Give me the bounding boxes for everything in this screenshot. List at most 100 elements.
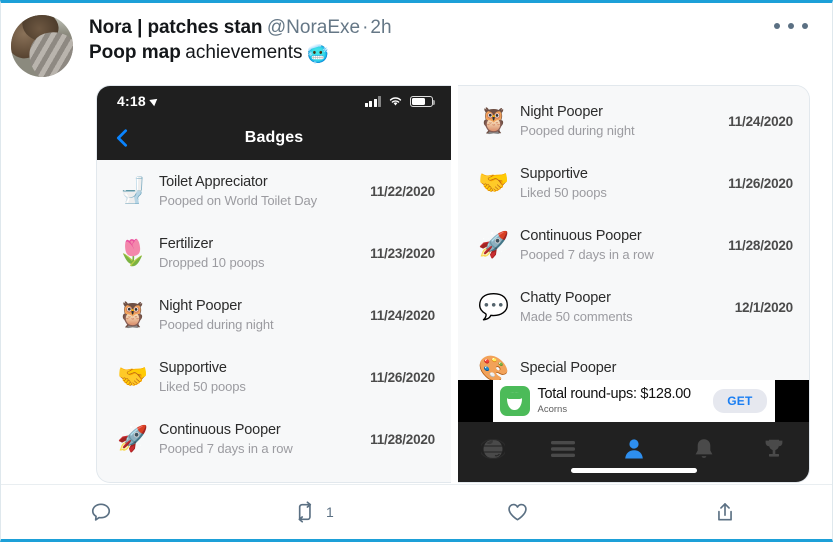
tweet-card: Nora | patches stan @NoraExe · 2h Poop map… (0, 0, 833, 542)
meta-separator: · (362, 17, 369, 38)
tab-achievements[interactable] (739, 436, 809, 462)
badge-title: Continuous Pooper (520, 228, 642, 244)
badge-row[interactable]: 🦉 Night Pooper Pooped during night 11/24… (458, 90, 809, 152)
screenshot-right[interactable]: 🦉 Night Pooper Pooped during night 11/24… (458, 85, 810, 483)
tweet-body-plain: achievements (185, 42, 303, 64)
tab-profile[interactable] (598, 436, 668, 462)
like-button[interactable] (418, 501, 626, 523)
badge-row[interactable]: 🤝 Supportive Liked 50 poops 11/26/2020 (97, 346, 451, 408)
tab-feed[interactable] (528, 436, 598, 462)
ad-brand: Acorns (537, 403, 568, 415)
reply-icon (91, 503, 110, 521)
acorn-glyph (507, 392, 522, 410)
author-handle[interactable]: @NoraExe (267, 17, 360, 38)
heart-icon (507, 503, 527, 521)
ad-strip: Total round-ups: $128.00 Acorns GET (458, 380, 809, 422)
badge-text: Supportive Liked 50 poops (516, 166, 728, 200)
badge-date: 12/1/2020 (734, 299, 793, 315)
badge-date: 11/28/2020 (728, 237, 793, 253)
badge-date: 11/22/2020 (370, 183, 435, 199)
rocket-emoji: 🚀 (478, 230, 510, 259)
tab-globe[interactable] (458, 436, 528, 462)
badge-title: Continuous Pooper (159, 422, 281, 438)
owl-emoji: 🦉 (117, 300, 149, 329)
badge-row[interactable]: 💬 Chatty Pooper Made 50 comments 12/1/20… (458, 276, 809, 338)
badge-text: Night Pooper Pooped during night (155, 298, 370, 332)
palette-emoji: 🎨 (478, 354, 510, 383)
badge-subtitle: Pooped during night (159, 317, 274, 332)
tweet-text-block: Nora | patches stan @NoraExe · 2h Poop map… (89, 9, 392, 67)
rocket-emoji: 🚀 (117, 424, 149, 453)
status-bar-left: 4:18 (117, 93, 160, 109)
globe-icon (481, 438, 506, 460)
badge-title: Supportive (159, 360, 227, 376)
author-name[interactable]: Nora | patches stan (89, 17, 263, 38)
toilet-emoji: 🚽 (117, 176, 149, 205)
more-dot (774, 23, 780, 29)
cold-face-emoji: 🥶 (306, 44, 329, 65)
screenshot-left[interactable]: 4:18 Badges 🚽 Toilet Appreciator Pooped … (96, 85, 451, 483)
badge-subtitle: Dropped 10 poops (159, 255, 265, 270)
badge-row[interactable]: 🚽 Toilet Appreciator Pooped on World Toi… (97, 160, 451, 222)
handshake-emoji: 🤝 (478, 168, 510, 197)
badge-text: Toilet Appreciator Pooped on World Toile… (155, 174, 370, 208)
person-icon (624, 439, 643, 459)
badge-title: Supportive (520, 166, 588, 182)
more-dot (802, 23, 808, 29)
badge-text: Continuous Pooper Pooped 7 days in a row (155, 422, 370, 456)
retweet-count: 1 (325, 504, 334, 520)
badge-row[interactable]: 🚀 Continuous Pooper Pooped 7 days in a r… (97, 408, 451, 470)
share-button[interactable] (626, 501, 832, 523)
author-line: Nora | patches stan @NoraExe · 2h (89, 15, 392, 40)
battery-icon (410, 95, 436, 107)
badge-subtitle: Pooped 7 days in a row (520, 247, 654, 262)
tweet-action-bar: 1 (1, 484, 832, 539)
badge-row[interactable]: 🚀 Continuous Pooper Pooped 7 days in a r… (458, 214, 809, 276)
tweet-age[interactable]: 2h (370, 17, 391, 38)
avatar[interactable] (11, 15, 73, 77)
badge-date: 11/26/2020 (728, 175, 793, 191)
ad-get-button[interactable]: GET (713, 389, 767, 413)
badge-row[interactable]: 🦉 Night Pooper Pooped during night 11/24… (97, 284, 451, 346)
speech-balloon-emoji: 💬 (478, 292, 510, 321)
badge-text: Supportive Liked 50 poops (155, 360, 370, 394)
bell-icon (695, 439, 713, 458)
tab-notifications[interactable] (669, 436, 739, 462)
tweet-body: Poop map achievements 🥶 (89, 40, 392, 66)
badge-text: Continuous Pooper Pooped 7 days in a row (516, 228, 728, 262)
badge-text: Special Pooper (516, 360, 793, 379)
badge-subtitle: Liked 50 poops (520, 185, 607, 200)
acorns-ad-banner[interactable]: Total round-ups: $128.00 Acorns GET (492, 380, 775, 422)
share-icon (718, 503, 733, 521)
badge-subtitle: Liked 50 poops (159, 379, 246, 394)
badge-title: Special Pooper (520, 359, 617, 376)
badge-text: Chatty Pooper Made 50 comments (516, 290, 735, 324)
home-indicator (570, 468, 697, 473)
tab-bar (458, 422, 809, 482)
tweet-body-bold: Poop map (89, 42, 181, 64)
retweet-button[interactable]: 1 (209, 501, 417, 523)
badge-date: 11/23/2020 (370, 245, 435, 261)
badge-title: Chatty Pooper (520, 290, 611, 306)
badge-title: Night Pooper (520, 104, 603, 120)
badge-list-left: 🚽 Toilet Appreciator Pooped on World Toi… (97, 160, 451, 470)
reply-button[interactable] (1, 501, 209, 523)
badge-subtitle: Pooped during night (520, 123, 635, 138)
status-bar-right (364, 95, 436, 107)
wifi-icon (389, 96, 402, 106)
badge-row[interactable]: 🤝 Supportive Liked 50 poops 11/26/2020 (458, 152, 809, 214)
badge-text: Fertilizer Dropped 10 poops (155, 236, 370, 270)
badge-date: 11/28/2020 (370, 431, 435, 447)
more-horizontal-icon[interactable] (774, 15, 808, 37)
location-arrow-icon (149, 95, 160, 107)
acorns-app-icon (499, 386, 530, 416)
ios-status-bar: 4:18 (97, 86, 451, 116)
chevron-left-icon[interactable] (111, 127, 133, 149)
cellular-signal-icon (364, 95, 381, 107)
badge-title: Fertilizer (159, 236, 214, 252)
trophy-icon (765, 439, 783, 457)
badge-text: Night Pooper Pooped during night (516, 104, 728, 138)
badge-row[interactable]: 🌷 Fertilizer Dropped 10 poops 11/23/2020 (97, 222, 451, 284)
nav-bar: Badges (97, 116, 451, 160)
ad-title: Total round-ups: $128.00 (537, 385, 692, 402)
